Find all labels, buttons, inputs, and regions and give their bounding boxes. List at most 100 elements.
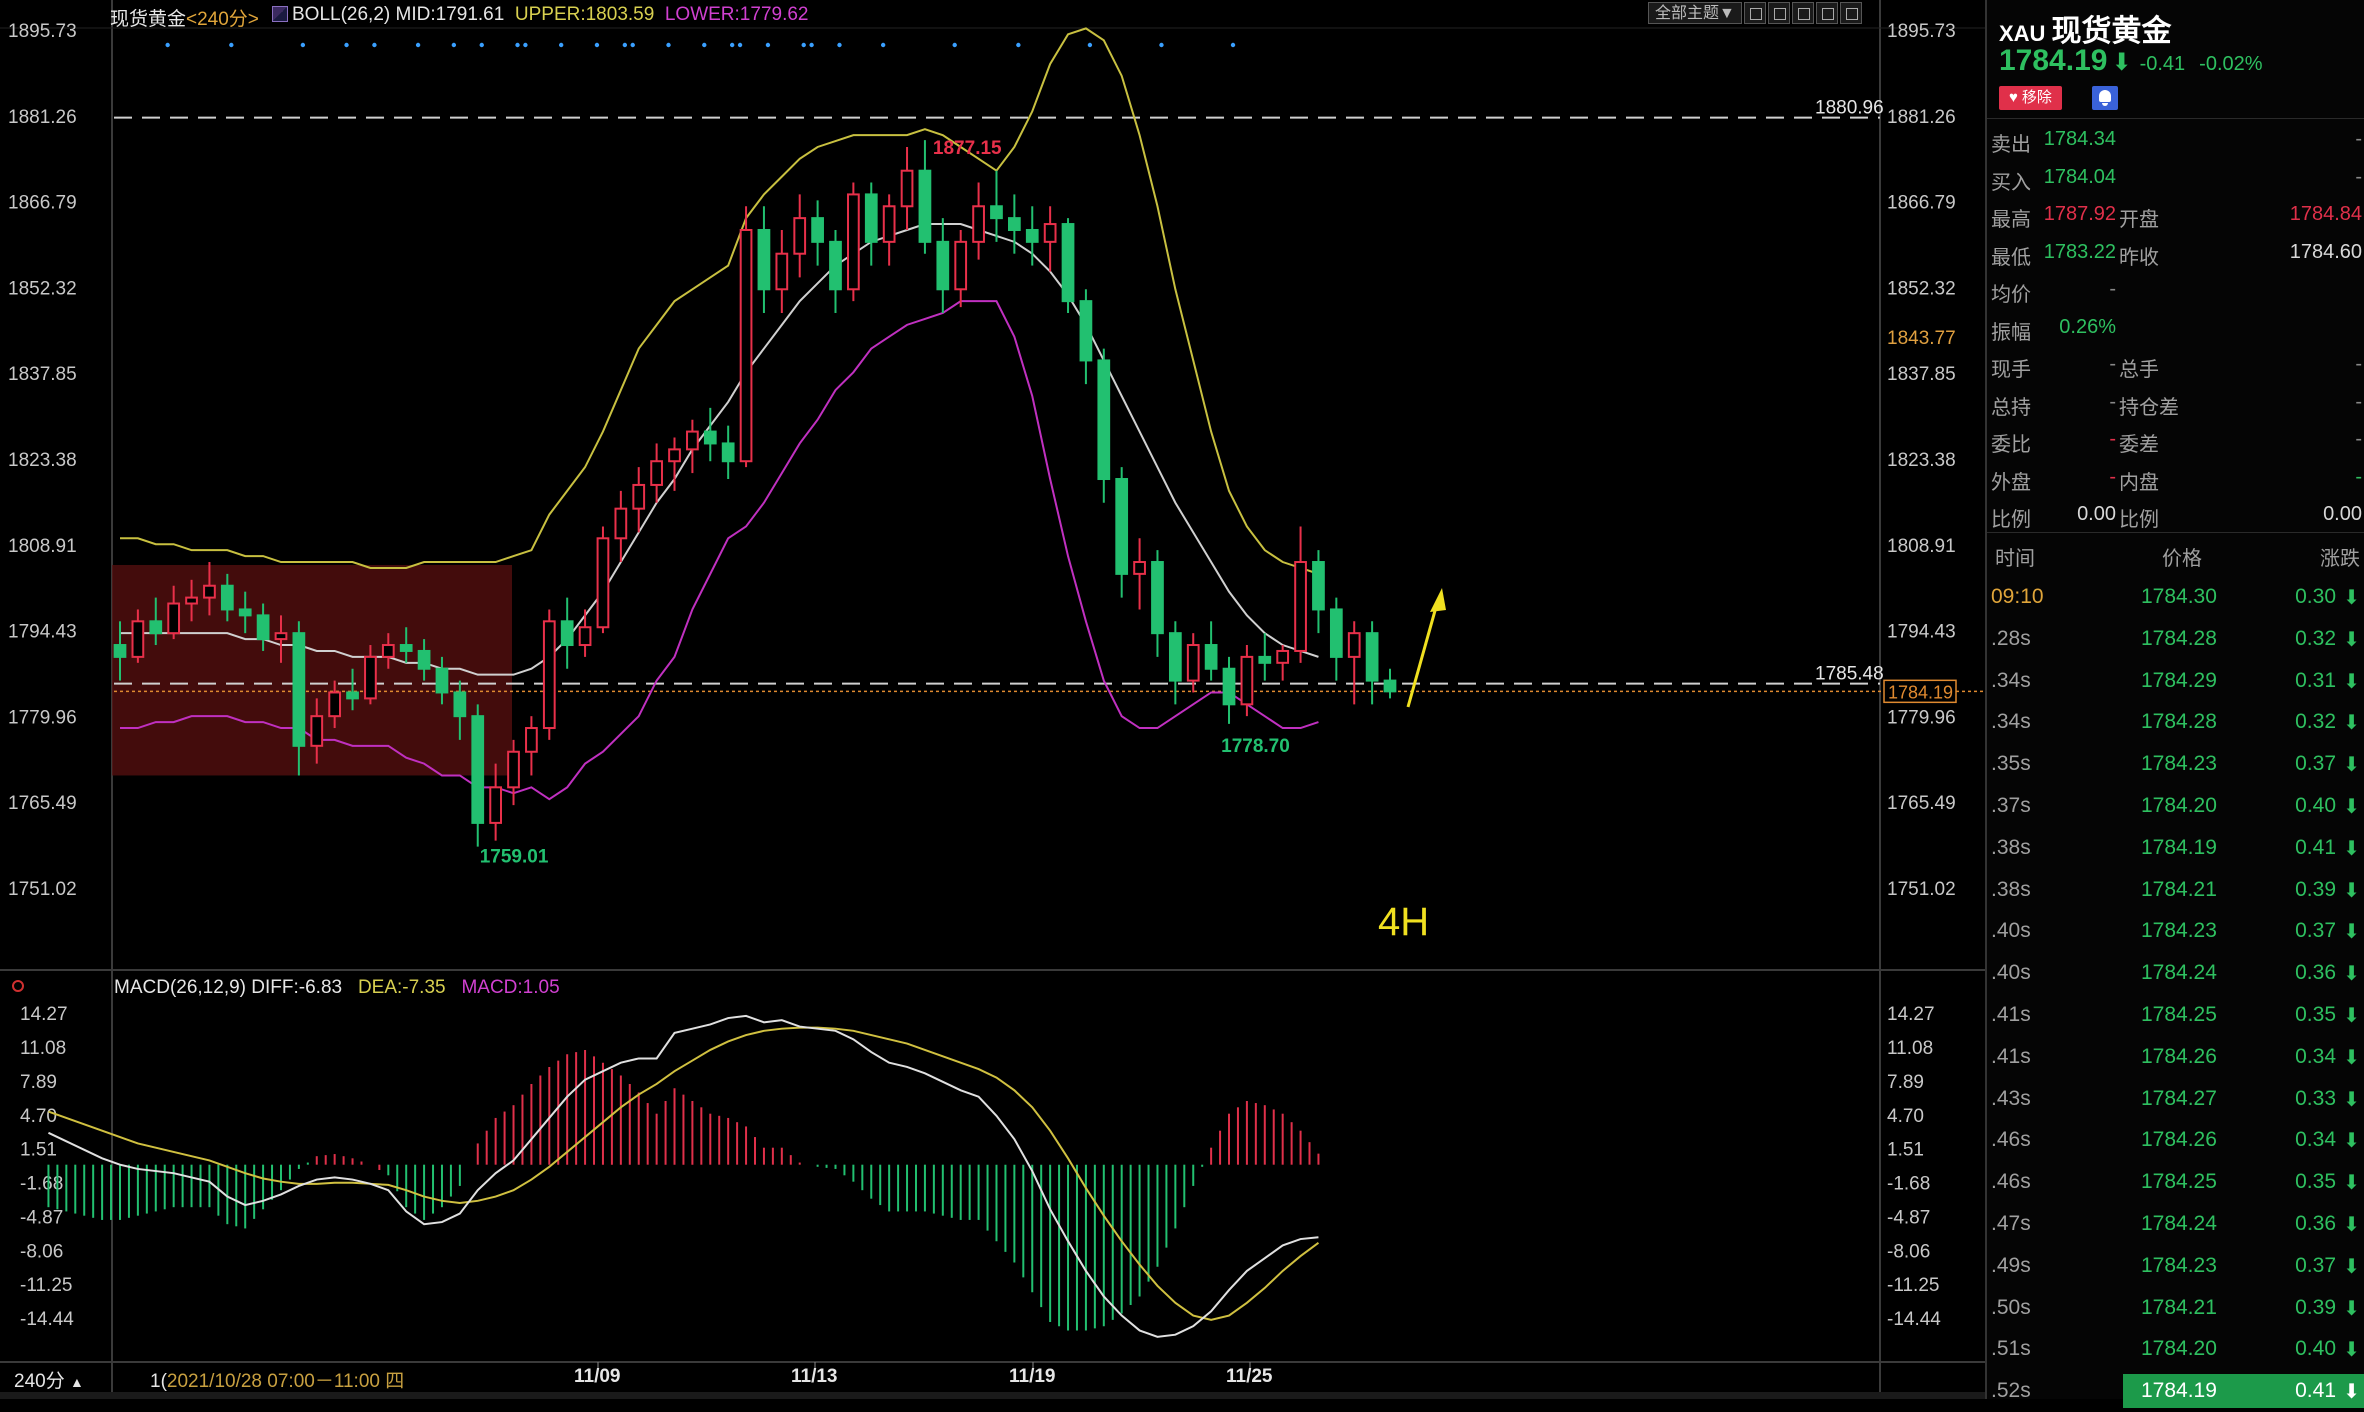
quote-symbol: XAU xyxy=(1999,21,2046,46)
tick-row[interactable]: .52s 1784.19 0.41 ⬇ xyxy=(1987,1370,2364,1412)
tick-row[interactable]: .47s 1784.24 0.36 ⬇ xyxy=(1987,1203,2364,1245)
tick-row[interactable]: .41s 1784.25 0.35 ⬇ xyxy=(1987,994,2364,1036)
tick-row[interactable]: 09:10 1784.30 0.30 ⬇ xyxy=(1987,576,2364,618)
boll-name[interactable]: BOLL(26,2) xyxy=(292,4,390,25)
tick-row[interactable]: .38s 1784.19 0.41 ⬇ xyxy=(1987,827,2364,869)
tick-time: .50s xyxy=(1991,1295,2031,1319)
quote-value: - xyxy=(2109,278,2116,300)
tick-row[interactable]: .41s 1784.26 0.34 ⬇ xyxy=(1987,1036,2364,1078)
date-axis-label: 11/19 xyxy=(1009,1366,1056,1387)
tick-row[interactable]: .49s 1784.23 0.37 ⬇ xyxy=(1987,1245,2364,1287)
quote-row: 比例 0.00 比例 0.00 xyxy=(1987,497,2364,531)
quote-value: 0.00 xyxy=(2077,503,2116,525)
grid-icon[interactable] xyxy=(1791,2,1814,24)
period-selector[interactable]: 240分 ▲ xyxy=(14,1366,84,1393)
signal-dot xyxy=(594,42,600,48)
tick-price: 1784.24 xyxy=(2141,961,2217,985)
tick-row[interactable]: .43s 1784.27 0.33 ⬇ xyxy=(1987,1078,2364,1120)
price-axis-label-left: 1765.49 xyxy=(8,793,77,814)
quote-row: 最低 1783.22 昨收 1784.60 xyxy=(1987,235,2364,269)
down-arrow-icon: ⬇ xyxy=(2111,49,2132,76)
low-right-annotation: 1778.70 xyxy=(1221,736,1290,757)
tick-row[interactable]: .35s 1784.23 0.37 ⬇ xyxy=(1987,743,2364,785)
quote-label: 卖出 xyxy=(1991,134,2031,156)
tick-row[interactable]: .46s 1784.26 0.34 ⬇ xyxy=(1987,1119,2364,1161)
candle[interactable] xyxy=(1097,348,1111,503)
signal-dot xyxy=(1230,42,1236,48)
tick-row[interactable]: .34s 1784.28 0.32 ⬇ xyxy=(1987,701,2364,743)
quote-value: - xyxy=(2355,165,2362,188)
signal-dot xyxy=(666,42,671,48)
peak-annotation: 1877.15 xyxy=(933,138,1002,159)
macd-value: MACD:1.05 xyxy=(461,977,560,998)
cursor-date-text: 2021/10/28 07:00－11:00 四 xyxy=(166,1371,405,1392)
quote-value: - xyxy=(2109,465,2116,488)
tick-row[interactable]: .51s 1784.20 0.40 ⬇ xyxy=(1987,1328,2364,1370)
tick-change: 0.31 xyxy=(2295,668,2336,692)
quote-label: 现手 xyxy=(1991,359,2031,381)
candle[interactable] xyxy=(1061,218,1075,313)
tick-time: .38s xyxy=(1991,877,2031,901)
macd-axis-label-right: 4.70 xyxy=(1887,1106,1924,1127)
tick-row[interactable]: .34s 1784.29 0.31 ⬇ xyxy=(1987,660,2364,702)
date-axis-label: 11/25 xyxy=(1226,1366,1273,1387)
price-axis-label-right: 1837.85 xyxy=(1887,364,1956,385)
down-arrow-icon: ⬇ xyxy=(2343,1381,2360,1404)
window-icon[interactable] xyxy=(1767,2,1790,24)
price-axis-label-left: 1779.96 xyxy=(8,707,77,728)
tick-row[interactable]: .37s 1784.20 0.40 ⬇ xyxy=(1987,785,2364,827)
tick-row[interactable]: .38s 1784.21 0.39 ⬇ xyxy=(1987,869,2364,911)
macd-axis-label-left: 1.51 xyxy=(20,1140,57,1161)
tick-row[interactable]: .28s 1784.28 0.32 ⬇ xyxy=(1987,618,2364,660)
candle[interactable] xyxy=(739,206,753,468)
indicator-icon[interactable] xyxy=(272,6,288,22)
tick-time: .52s xyxy=(1991,1379,2031,1403)
macd-axis-label-right: 14.27 xyxy=(1887,1004,1935,1025)
remove-watchlist-button[interactable]: ♥ 移除 xyxy=(1999,86,2062,110)
candle[interactable] xyxy=(596,526,610,634)
quote-price-line: 1784.19 ⬇ -0.41 -0.02% xyxy=(1999,44,2277,78)
theme-dropdown[interactable]: 全部主题▼ xyxy=(1648,2,1742,24)
bottom-tab-strip[interactable] xyxy=(0,1392,1985,1399)
layout-icon[interactable] xyxy=(1743,2,1766,24)
signal-dot xyxy=(809,42,814,48)
tick-price: 1784.25 xyxy=(2141,1170,2217,1194)
tick-change: 0.40 xyxy=(2295,1337,2336,1361)
macd-name[interactable]: MACD(26,12,9) xyxy=(114,977,246,998)
ticks-header-change: 涨跌 xyxy=(2320,548,2360,570)
tick-time: .41s xyxy=(1991,1044,2031,1068)
tick-time: .28s xyxy=(1991,626,2031,650)
tick-row[interactable]: .40s 1784.23 0.37 ⬇ xyxy=(1987,910,2364,952)
cursor-date: 1(2021/10/28 07:00－11:00 四 xyxy=(150,1366,405,1393)
quote-label: 委比 xyxy=(1991,434,2031,456)
macd-axis-label-right: -1.68 xyxy=(1887,1174,1930,1195)
down-arrow-icon: ⬇ xyxy=(2343,712,2360,735)
quote-row: 现手 - 总手 - xyxy=(1987,347,2364,381)
candle[interactable] xyxy=(542,609,556,740)
maximize-icon[interactable] xyxy=(1815,2,1838,24)
boll-lower: LOWER:1779.62 xyxy=(664,4,809,25)
macd-dea: DEA:-7.35 xyxy=(357,977,446,998)
quote-row: 振幅 0.26% xyxy=(1987,310,2364,344)
tick-time: .34s xyxy=(1991,668,2031,692)
tick-row[interactable]: .46s 1784.25 0.35 ⬇ xyxy=(1987,1161,2364,1203)
signal-dot xyxy=(630,42,635,48)
tick-time: .40s xyxy=(1991,919,2031,943)
tick-row[interactable]: .50s 1784.21 0.39 ⬇ xyxy=(1987,1287,2364,1329)
period-label[interactable]: <240分> xyxy=(186,9,259,30)
tick-price: 1784.20 xyxy=(2141,1337,2217,1361)
down-arrow-icon: ⬇ xyxy=(2343,1339,2360,1362)
tick-change: 0.32 xyxy=(2295,626,2336,650)
price-axis-label-right: 1779.96 xyxy=(1887,707,1956,728)
candlestick-chart[interactable]: 1895.73 1895.73 1881.26 1881.26 1866.79 1866.… xyxy=(0,0,1985,1399)
price-axis-label-right: 1881.26 xyxy=(1887,107,1956,128)
panel-icon[interactable] xyxy=(1839,2,1862,24)
down-arrow-icon: ⬇ xyxy=(2343,796,2360,818)
indicator-settings-icon[interactable] xyxy=(12,980,24,992)
boll-upper: UPPER:1803.59 xyxy=(514,4,655,25)
tick-change: 0.37 xyxy=(2295,1253,2336,1277)
alert-button[interactable] xyxy=(2091,86,2118,110)
tick-time: .46s xyxy=(1991,1128,2031,1152)
tick-row[interactable]: .40s 1784.24 0.36 ⬇ xyxy=(1987,952,2364,994)
candle[interactable] xyxy=(847,182,860,302)
